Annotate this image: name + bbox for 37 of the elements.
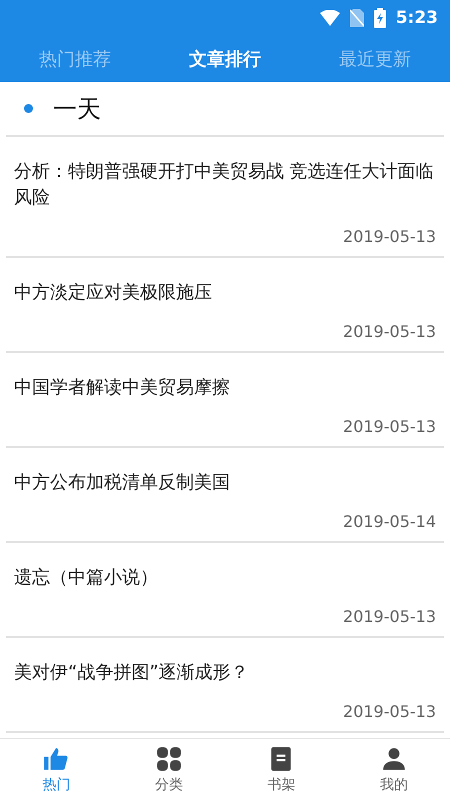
- article-title: 美对伊“战争拼图”逐渐成形？: [14, 661, 250, 685]
- article-title: 中方淡定应对美极限施压: [14, 281, 213, 305]
- section-title: 一天: [53, 94, 101, 124]
- article-title: 分析：特朗普强硬开打中美贸易战 竞选连任大计面临风险: [14, 160, 435, 210]
- nav-label: 书架: [267, 776, 296, 794]
- article-title: 中方公布加税清单反制美国: [14, 471, 231, 495]
- article-item[interactable]: 中国学者解读中美贸易摩擦 2019-05-13: [6, 353, 444, 448]
- no-sim-icon: [350, 8, 364, 26]
- nav-item[interactable]: 书架: [225, 739, 338, 800]
- article-item[interactable]: 中方公布加税清单反制美国 2019-05-14: [6, 448, 444, 543]
- article-date: 2019-05-13: [343, 227, 436, 246]
- article-date: 2019-05-13: [343, 607, 436, 626]
- nav-item[interactable]: 我的: [338, 739, 450, 800]
- grid-icon: [156, 746, 182, 772]
- wifi-icon: [320, 10, 340, 26]
- tab[interactable]: 文章排行: [150, 35, 300, 82]
- nav-label: 我的: [380, 776, 408, 794]
- article-title: 遗忘（中篇小说）: [14, 566, 159, 590]
- bullet-dot: [24, 104, 33, 113]
- article-item[interactable]: 美对伊“战争拼图”逐渐成形？ 2019-05-13: [6, 638, 444, 733]
- article-item[interactable]: 中方淡定应对美极限施压 2019-05-13: [6, 258, 444, 353]
- nav-label: 分类: [154, 776, 183, 794]
- nav-item[interactable]: 热门: [0, 739, 112, 800]
- article-date: 2019-05-13: [343, 417, 436, 436]
- article-date: 2019-05-13: [343, 322, 436, 341]
- thumbs-up-icon: [43, 746, 70, 772]
- status-time: 5:23: [396, 8, 438, 28]
- person-icon: [380, 746, 407, 772]
- article-date: 2019-05-13: [343, 702, 436, 721]
- battery-charging-icon: [374, 8, 386, 28]
- article-date: 2019-05-14: [343, 512, 436, 531]
- article-item[interactable]: 分析：特朗普强硬开打中美贸易战 竞选连任大计面临风险 2019-05-13: [6, 137, 444, 258]
- book-icon: [270, 746, 292, 772]
- nav-label: 热门: [42, 776, 70, 794]
- article-item[interactable]: 遗忘（中篇小说） 2019-05-13: [6, 543, 444, 638]
- nav-item[interactable]: 分类: [112, 739, 225, 800]
- article-title: 中国学者解读中美贸易摩擦: [14, 376, 231, 400]
